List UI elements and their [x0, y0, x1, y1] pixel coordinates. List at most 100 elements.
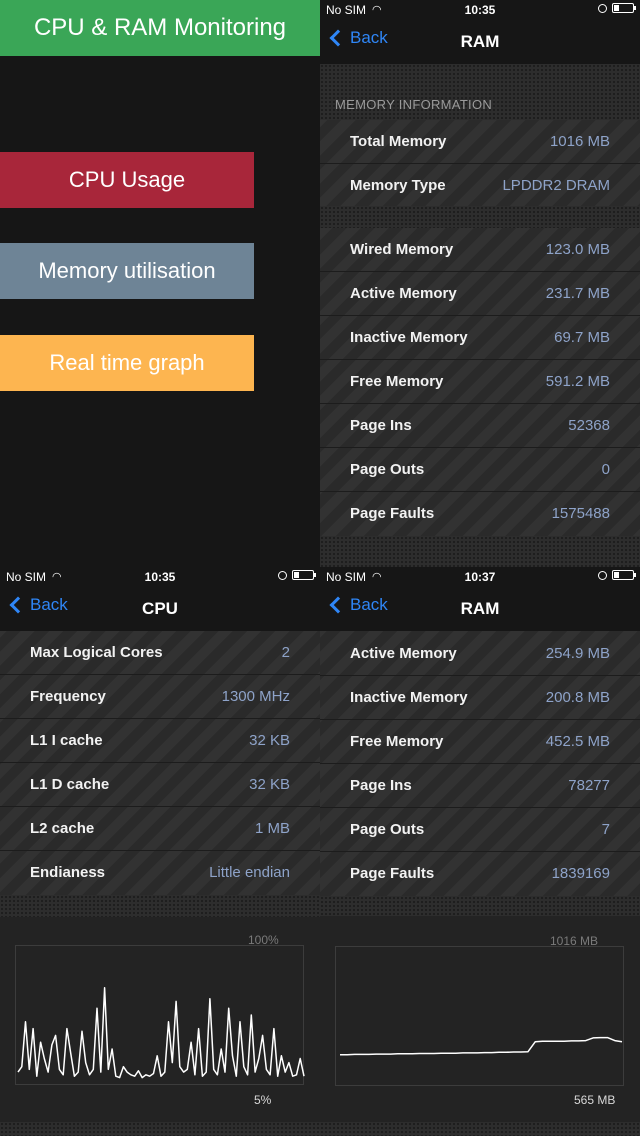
row-value: 200.8 MB — [545, 689, 610, 706]
table-row: Page Outs 0 — [320, 448, 640, 492]
row-label: Free Memory — [350, 733, 444, 750]
row-value: 32 KB — [249, 776, 290, 793]
row-label: Page Ins — [350, 777, 412, 794]
ram-screen-graph: No SIM ◠ 10:37 Back RAM Active Memory 254… — [320, 567, 640, 1136]
nav-bar: Back RAM — [320, 20, 640, 64]
table-row: Active Memory 231.7 MB — [320, 272, 640, 316]
row-label: Endianess — [30, 864, 106, 881]
row-label: Free Memory — [350, 373, 444, 390]
row-value: 7 — [601, 821, 610, 838]
memory-stats-group: Wired Memory 123.0 MB Active Memory 231.7 … — [320, 228, 640, 536]
cpu-graph-panel: 100% 5% — [0, 917, 320, 1122]
row-value: 1 MB — [254, 820, 290, 837]
row-label: Active Memory — [350, 645, 457, 662]
row-value: 452.5 MB — [545, 733, 610, 750]
nav-title: RAM — [460, 599, 500, 618]
row-label: Inactive Memory — [350, 689, 468, 706]
table-row: Total Memory 1016 MB — [320, 120, 640, 164]
nav-title: CPU — [142, 599, 178, 618]
memory-stats-group: Active Memory 254.9 MB Inactive Memory 200… — [320, 632, 640, 896]
row-label: Page Outs — [350, 821, 425, 838]
row-value: 1575488 — [551, 505, 610, 522]
table-row: Page Outs 7 — [320, 808, 640, 852]
battery-icon — [612, 3, 636, 13]
orientation-lock-icon — [598, 570, 607, 580]
real-time-graph-pill: Real time graph — [0, 335, 254, 391]
table-row: Inactive Memory 200.8 MB — [320, 676, 640, 720]
ram-graph-panel: 1016 MB 565 MB — [320, 916, 640, 1122]
row-value: 591.2 MB — [545, 373, 610, 390]
status-time: 10:35 — [144, 570, 176, 584]
row-value: 78277 — [568, 777, 610, 794]
table-row: Endianess Little endian — [0, 851, 320, 895]
section-header-memory-information: MEMORY INFORMATION — [335, 97, 493, 112]
footer-bg — [320, 1122, 640, 1136]
row-value: 1839169 — [551, 865, 610, 882]
orientation-lock-icon — [598, 3, 607, 13]
row-label: Frequency — [30, 688, 106, 705]
row-value: 69.7 MB — [554, 329, 610, 346]
row-value: 2 — [281, 644, 290, 661]
row-label: Memory Type — [350, 177, 446, 194]
table-row: Page Ins 52368 — [320, 404, 640, 448]
graph-separator — [320, 896, 640, 916]
footer-bg — [320, 536, 640, 567]
row-label: Page Faults — [350, 505, 435, 522]
promo-panel: CPU & RAM Monitoring CPU Usage Memory ut… — [0, 0, 320, 567]
table-row: L1 I cache 32 KB — [0, 719, 320, 763]
table-row: Page Ins 78277 — [320, 764, 640, 808]
battery-icon — [612, 570, 636, 580]
group-separator — [320, 206, 640, 228]
row-value: Little endian — [209, 864, 290, 881]
orientation-lock-icon — [278, 570, 287, 580]
row-value: 254.9 MB — [545, 645, 610, 662]
promo-title: CPU & RAM Monitoring — [0, 0, 320, 56]
table-row: Memory Type LPDDR2 DRAM — [320, 164, 640, 208]
row-value: 0 — [601, 461, 610, 478]
ram-usage-chart — [340, 1036, 623, 1056]
graph-separator — [0, 895, 320, 917]
row-label: L1 D cache — [30, 776, 110, 793]
nav-bar: Back RAM — [320, 587, 640, 631]
table-row: Free Memory 452.5 MB — [320, 720, 640, 764]
row-label: L1 I cache — [30, 732, 103, 749]
row-value: 52368 — [568, 417, 610, 434]
status-bar: No SIM ◠ 10:35 — [320, 0, 640, 20]
memory-utilisation-pill: Memory utilisation — [0, 243, 254, 299]
ram-screen-info: No SIM ◠ 10:35 Back RAM MEMORY INFORMATI… — [320, 0, 640, 567]
row-label: Max Logical Cores — [30, 644, 163, 661]
row-value: 123.0 MB — [545, 241, 610, 258]
table-row: Free Memory 591.2 MB — [320, 360, 640, 404]
row-value: 32 KB — [249, 732, 290, 749]
ram-usage-line — [340, 1036, 623, 1056]
cpu-usage-pill: CPU Usage — [0, 152, 254, 208]
table-row: Wired Memory 123.0 MB — [320, 228, 640, 272]
memory-info-group: Total Memory 1016 MB Memory Type LPDDR2 DR… — [320, 120, 640, 208]
table-row: Inactive Memory 69.7 MB — [320, 316, 640, 360]
table-row: Page Faults 1575488 — [320, 492, 640, 536]
status-time: 10:35 — [464, 3, 496, 17]
row-value: 1300 MHz — [221, 688, 290, 705]
row-value: 1016 MB — [549, 133, 610, 150]
row-label: Inactive Memory — [350, 329, 468, 346]
table-row: L2 cache 1 MB — [0, 807, 320, 851]
row-label: Page Ins — [350, 417, 412, 434]
table-row: L1 D cache 32 KB — [0, 763, 320, 807]
nav-bar: Back CPU — [0, 587, 320, 631]
table-row: Max Logical Cores 2 — [0, 631, 320, 675]
row-label: L2 cache — [30, 820, 95, 837]
nav-title: RAM — [460, 32, 500, 51]
row-label: Wired Memory — [350, 241, 454, 258]
battery-icon — [292, 570, 316, 580]
table-row: Page Faults 1839169 — [320, 852, 640, 896]
status-time: 10:37 — [464, 570, 496, 584]
row-label: Page Outs — [350, 461, 425, 478]
status-bar: No SIM ◠ 10:35 — [0, 567, 320, 587]
row-label: Active Memory — [350, 285, 457, 302]
footer-bg — [0, 1122, 320, 1136]
table-row: Frequency 1300 MHz — [0, 675, 320, 719]
cpu-usage-chart — [17, 987, 305, 1079]
cpu-info-group: Max Logical Cores 2 Frequency 1300 MHz L1 … — [0, 631, 320, 895]
row-label: Page Faults — [350, 865, 435, 882]
row-value: 231.7 MB — [545, 285, 610, 302]
